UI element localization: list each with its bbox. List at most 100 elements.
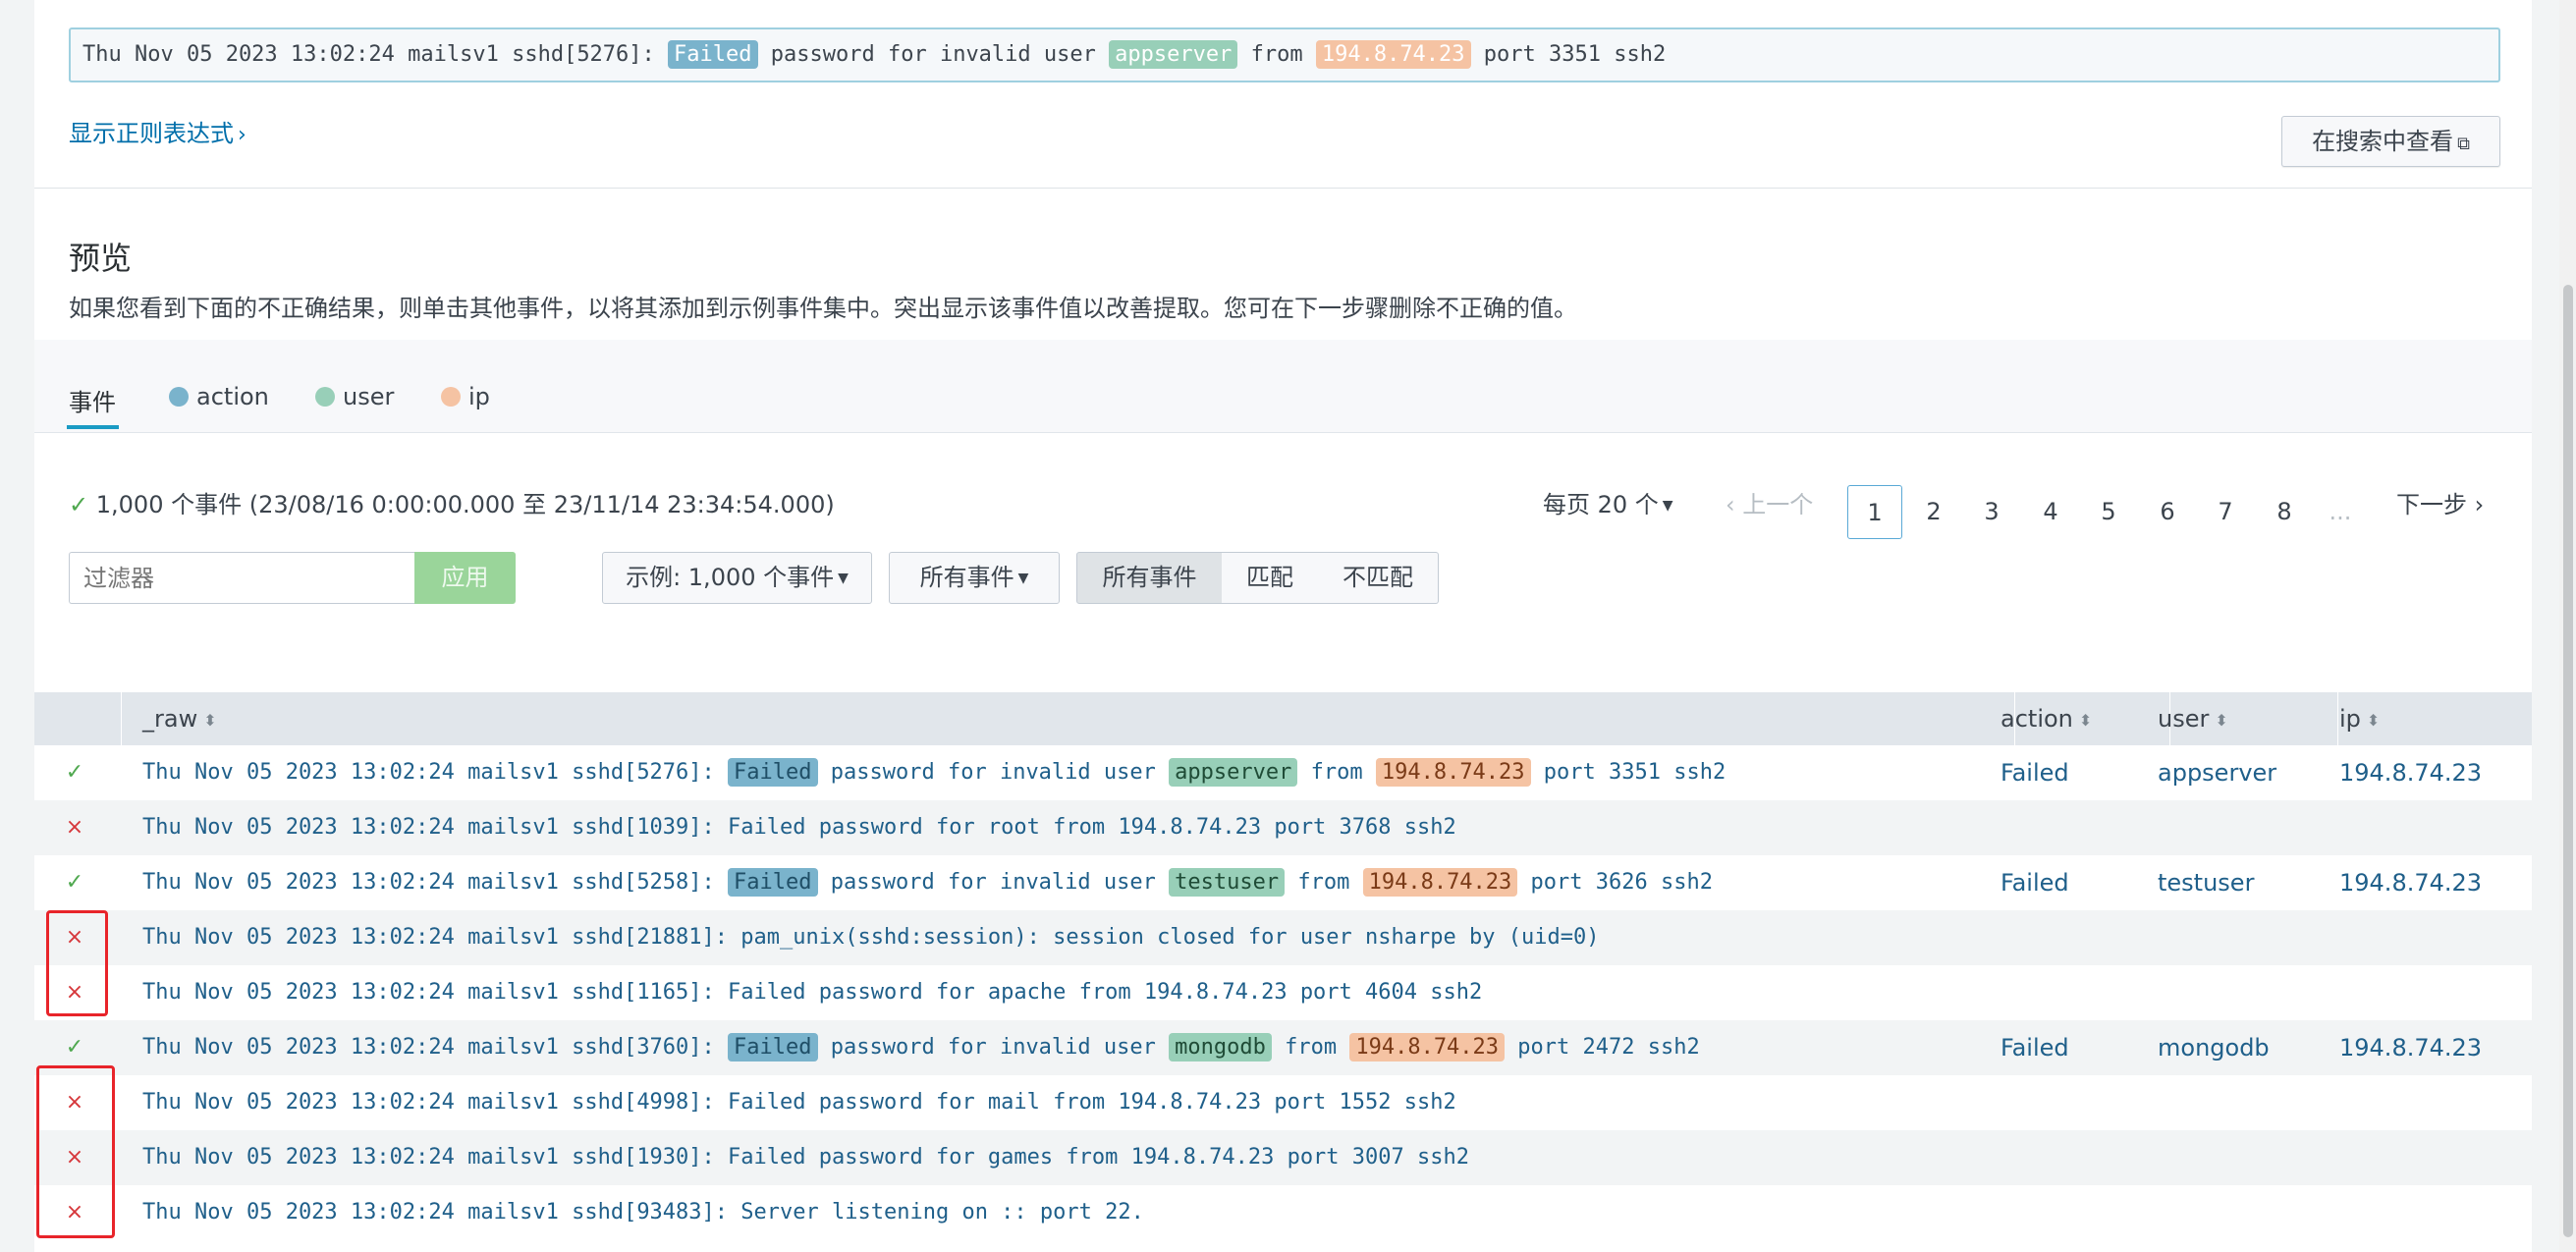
raw-suffix: port 3626 ssh2: [1517, 870, 1713, 895]
table-row[interactable]: × Thu Nov 05 2023 13:02:24 mailsv1 sshd[…: [34, 1130, 2532, 1185]
all-events-dropdown[interactable]: 所有事件 ▼: [889, 552, 1060, 604]
sample-dropdown[interactable]: 示例: 1,000 个事件 ▼: [602, 552, 872, 604]
action-highlight[interactable]: Failed: [728, 868, 818, 897]
per-page-dropdown[interactable]: 每页 20 个 ▼: [1543, 485, 1673, 519]
segment-all-events[interactable]: 所有事件: [1076, 552, 1223, 604]
raw-middle: password for invalid user: [817, 1035, 1170, 1060]
table-row[interactable]: ✓ Thu Nov 05 2023 13:02:24 mailsv1 sshd[…: [34, 855, 2532, 910]
ip-cell: 194.8.74.23: [2339, 869, 2483, 897]
page-ellipsis: ...: [2329, 498, 2352, 525]
raw-middle: password for invalid user: [817, 760, 1170, 785]
action-cell: Failed: [2001, 869, 2069, 897]
per-page-label: 每页 20 个: [1543, 491, 1659, 518]
check-icon: ✓: [65, 870, 84, 895]
page-7[interactable]: 7: [2198, 485, 2253, 539]
sort-icon: ⬍: [2078, 711, 2093, 730]
header-ip-label: ip: [2339, 705, 2361, 733]
sample-ip-highlight[interactable]: 194.8.74.23: [1315, 40, 1471, 69]
tab-events-underline: [67, 425, 119, 429]
page-6[interactable]: 6: [2140, 485, 2195, 539]
raw-cell[interactable]: Thu Nov 05 2023 13:02:24 mailsv1 sshd[52…: [142, 745, 1726, 800]
tab-ip[interactable]: ip: [441, 383, 490, 410]
header-divider: [121, 692, 122, 745]
preview-description: 如果您看到下面的不正确结果，则单击其他事件，以将其添加到示例事件集中。突出显示该…: [69, 295, 1577, 322]
view-in-search-button[interactable]: 在搜索中查看 ⧉: [2281, 116, 2500, 167]
show-regex-link[interactable]: 显示正则表达式 ›: [69, 114, 247, 148]
filter-input[interactable]: [69, 552, 414, 604]
table-row[interactable]: ✓ Thu Nov 05 2023 13:02:24 mailsv1 sshd[…: [34, 745, 2532, 800]
table-row[interactable]: ✓ Thu Nov 05 2023 13:02:24 mailsv1 sshd[…: [34, 1020, 2532, 1075]
raw-cell[interactable]: Thu Nov 05 2023 13:02:24 mailsv1 sshd[19…: [142, 1130, 1469, 1185]
page-4[interactable]: 4: [2023, 485, 2078, 539]
ip-highlight[interactable]: 194.8.74.23: [1362, 868, 1518, 897]
page-3[interactable]: 3: [1964, 485, 2019, 539]
segment-match[interactable]: 匹配: [1222, 552, 1319, 604]
user-color-dot: [315, 387, 335, 407]
table-row[interactable]: × Thu Nov 05 2023 13:02:24 mailsv1 sshd[…: [34, 1075, 2532, 1130]
raw-cell[interactable]: Thu Nov 05 2023 13:02:24 mailsv1 sshd[11…: [142, 965, 1482, 1020]
page-8[interactable]: 8: [2257, 485, 2312, 539]
action-color-dot: [169, 387, 189, 407]
sample-user-highlight[interactable]: appserver: [1109, 40, 1238, 69]
sample-prefix: Thu Nov 05 2023 13:02:24 mailsv1 sshd[52…: [82, 42, 669, 67]
tab-events[interactable]: 事件: [69, 383, 116, 417]
raw-cell[interactable]: Thu Nov 05 2023 13:02:24 mailsv1 sshd[37…: [142, 1020, 1700, 1075]
raw-cell[interactable]: Thu Nov 05 2023 13:02:24 mailsv1 sshd[49…: [142, 1075, 1456, 1130]
table-row[interactable]: × Thu Nov 05 2023 13:02:24 mailsv1 sshd[…: [34, 910, 2532, 965]
ip-cell: 194.8.74.23: [2339, 1034, 2483, 1061]
page-1[interactable]: 1: [1847, 485, 1902, 539]
action-highlight[interactable]: Failed: [728, 1033, 818, 1061]
sample-event-box[interactable]: Thu Nov 05 2023 13:02:24 mailsv1 sshd[52…: [69, 27, 2500, 82]
ip-highlight[interactable]: 194.8.74.23: [1375, 758, 1531, 787]
raw-suffix: port 3351 ssh2: [1530, 760, 1726, 785]
tab-user[interactable]: user: [315, 383, 394, 410]
preview-title: 预览: [69, 240, 133, 277]
action-cell: Failed: [2001, 1034, 2069, 1061]
sample-dropdown-label: 示例: 1,000 个事件: [626, 564, 835, 591]
chevron-right-icon: ›: [238, 123, 247, 147]
annotation-box: [46, 910, 108, 1016]
raw-cell[interactable]: Thu Nov 05 2023 13:02:24 mailsv1 sshd[10…: [142, 800, 1456, 855]
sample-middle1: password for invalid user: [757, 42, 1110, 67]
header-raw-label: _raw: [142, 705, 198, 733]
sort-icon: ⬍: [2215, 711, 2228, 730]
header-raw[interactable]: _raw ⬍: [142, 692, 217, 745]
next-page-button[interactable]: 下一步 ›: [2396, 485, 2484, 519]
scrollbar-thumb[interactable]: [2563, 285, 2573, 1237]
view-in-search-label: 在搜索中查看: [2312, 128, 2454, 155]
sort-icon: ⬍: [203, 711, 217, 730]
page-2[interactable]: 2: [1906, 485, 1961, 539]
tab-user-label: user: [343, 383, 395, 410]
next-page-label: 下一步: [2396, 491, 2467, 518]
sample-middle2: from: [1237, 42, 1316, 67]
raw-cell[interactable]: Thu Nov 05 2023 13:02:24 mailsv1 sshd[21…: [142, 910, 1599, 965]
tab-action[interactable]: action: [169, 383, 269, 410]
caret-down-icon: ▼: [1017, 571, 1029, 586]
ip-highlight[interactable]: 194.8.74.23: [1349, 1033, 1506, 1061]
tabs-bar: [34, 340, 2532, 433]
table-row[interactable]: × Thu Nov 05 2023 13:02:24 mailsv1 sshd[…: [34, 800, 2532, 855]
user-highlight[interactable]: testuser: [1169, 868, 1286, 897]
event-count-text: 1,000 个事件 (23/08/16 0:00:00.000 至 23/11/…: [95, 491, 835, 518]
section-divider: [34, 188, 2532, 189]
header-action-label: action: [2001, 705, 2073, 733]
table-row[interactable]: × Thu Nov 05 2023 13:02:24 mailsv1 sshd[…: [34, 965, 2532, 1020]
user-highlight[interactable]: appserver: [1169, 758, 1298, 787]
prev-page-button[interactable]: ‹ 上一个: [1726, 485, 1813, 519]
external-link-icon: ⧉: [2457, 134, 2470, 154]
header-action[interactable]: action ⬍: [2001, 692, 2092, 745]
raw-cell[interactable]: Thu Nov 05 2023 13:02:24 mailsv1 sshd[93…: [142, 1185, 1144, 1240]
raw-middle: from: [1297, 760, 1376, 785]
table-row[interactable]: × Thu Nov 05 2023 13:02:24 mailsv1 sshd[…: [34, 1185, 2532, 1240]
raw-cell[interactable]: Thu Nov 05 2023 13:02:24 mailsv1 sshd[52…: [142, 855, 1713, 910]
check-icon: ✓: [65, 760, 84, 785]
apply-button[interactable]: 应用: [414, 552, 516, 604]
header-user[interactable]: user ⬍: [2158, 692, 2228, 745]
header-ip[interactable]: ip ⬍: [2339, 692, 2380, 745]
page-5[interactable]: 5: [2081, 485, 2136, 539]
raw-middle: from: [1285, 870, 1363, 895]
action-highlight[interactable]: Failed: [728, 758, 818, 787]
segment-no-match[interactable]: 不匹配: [1318, 552, 1439, 604]
sample-action-highlight[interactable]: Failed: [668, 40, 758, 69]
user-highlight[interactable]: mongodb: [1169, 1033, 1272, 1061]
